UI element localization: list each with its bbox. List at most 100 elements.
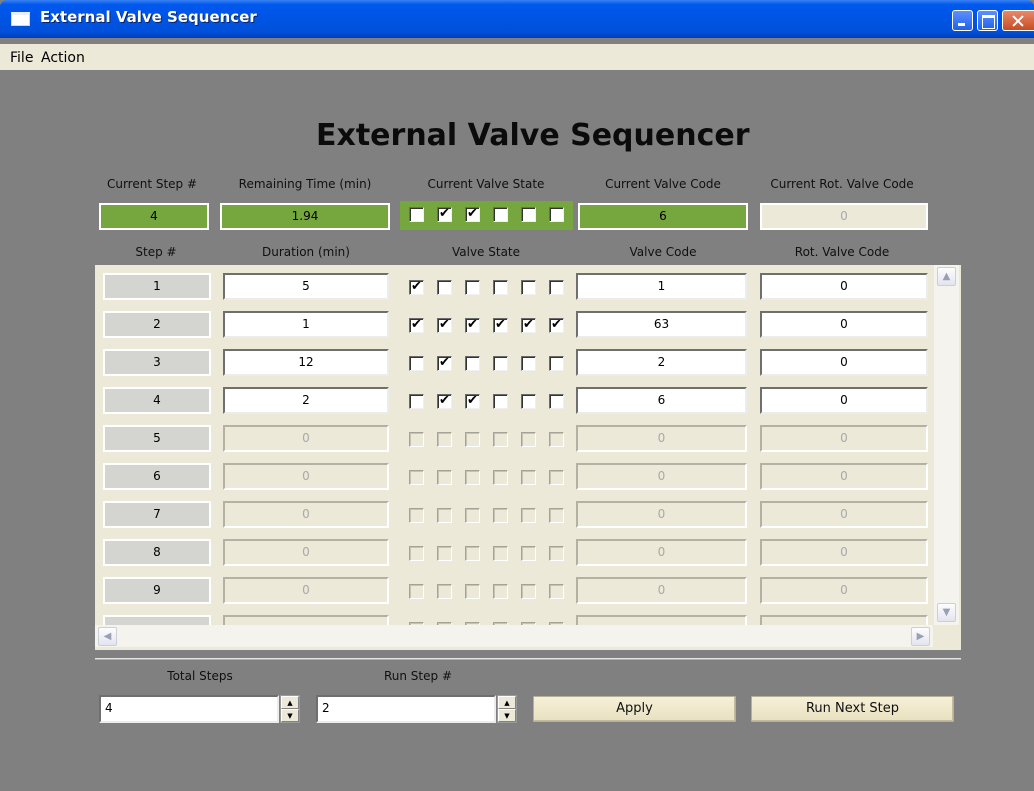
table-row: 1 5 ✔ 1 0: [95, 273, 933, 303]
duration-input[interactable]: 1: [223, 311, 389, 338]
valve-code-input[interactable]: 2: [576, 349, 747, 376]
step-number: 1: [103, 273, 211, 300]
run-step-stepper[interactable]: ▲ ▼: [497, 695, 517, 723]
valve-code-input[interactable]: 0: [576, 577, 747, 604]
valve-code-input[interactable]: [576, 615, 747, 625]
valve-checkbox: [521, 432, 536, 447]
valve-state-group: [400, 425, 573, 453]
step-number: 7: [103, 501, 211, 528]
menu-file[interactable]: File: [10, 50, 33, 66]
apply-button[interactable]: Apply: [533, 696, 736, 722]
rot-valve-code-input[interactable]: 0: [760, 311, 928, 338]
checkmark-icon: ✔: [439, 317, 450, 332]
valve-checkbox[interactable]: ✔: [465, 394, 480, 409]
total-steps-input[interactable]: 4: [99, 695, 279, 723]
checkmark-icon: ✔: [439, 393, 450, 408]
valve-checkbox: ✔: [437, 207, 452, 222]
valve-checkbox: ✔: [465, 207, 480, 222]
vertical-scrollbar[interactable]: ▲ ▼: [934, 265, 959, 625]
valve-checkbox[interactable]: [549, 356, 564, 371]
rot-valve-code-input[interactable]: 0: [760, 539, 928, 566]
run-next-step-button[interactable]: Run Next Step: [751, 696, 954, 722]
valve-code-input[interactable]: 1: [576, 273, 747, 300]
rot-valve-code-input[interactable]: 0: [760, 501, 928, 528]
header-valve-state: Valve State: [451, 245, 521, 259]
rot-valve-code-input[interactable]: 0: [760, 387, 928, 414]
arrow-right-icon[interactable]: ▶: [911, 627, 930, 646]
checkmark-icon: ✔: [411, 317, 422, 332]
rot-valve-code-input[interactable]: 0: [760, 273, 928, 300]
current-valve-code-label: Current Valve Code: [605, 177, 721, 191]
table-row: 5000: [95, 425, 933, 455]
valve-checkbox: [437, 508, 452, 523]
valve-checkbox[interactable]: ✔: [465, 318, 480, 333]
duration-input[interactable]: [223, 615, 389, 625]
maximize-icon[interactable]: [977, 10, 998, 31]
duration-input[interactable]: 12: [223, 349, 389, 376]
duration-input[interactable]: 0: [223, 577, 389, 604]
spin-up-icon[interactable]: ▲: [498, 696, 516, 709]
total-steps-stepper[interactable]: ▲ ▼: [280, 695, 300, 723]
divider: [95, 658, 961, 660]
duration-input[interactable]: 2: [223, 387, 389, 414]
valve-checkbox[interactable]: ✔: [409, 318, 424, 333]
close-icon[interactable]: [1002, 10, 1034, 31]
valve-checkbox[interactable]: ✔: [437, 394, 452, 409]
valve-checkbox[interactable]: [493, 280, 508, 295]
horizontal-scrollbar[interactable]: ◀ ▶: [95, 625, 933, 647]
valve-checkbox[interactable]: [521, 280, 536, 295]
valve-checkbox[interactable]: [549, 394, 564, 409]
valve-checkbox[interactable]: [409, 394, 424, 409]
valve-code-input[interactable]: 63: [576, 311, 747, 338]
valve-checkbox[interactable]: ✔: [437, 356, 452, 371]
spin-down-icon[interactable]: ▼: [498, 709, 516, 722]
window-title: External Valve Sequencer: [40, 8, 257, 26]
valve-code-input[interactable]: 6: [576, 387, 747, 414]
remaining-time-value: 1.94: [220, 203, 390, 230]
menu-action[interactable]: Action: [41, 50, 85, 66]
step-number: 9: [103, 577, 211, 604]
valve-checkbox[interactable]: ✔: [493, 318, 508, 333]
valve-checkbox[interactable]: [549, 280, 564, 295]
valve-code-input[interactable]: 0: [576, 539, 747, 566]
valve-checkbox[interactable]: [409, 356, 424, 371]
valve-checkbox[interactable]: ✔: [549, 318, 564, 333]
arrow-left-icon[interactable]: ◀: [98, 627, 117, 646]
duration-input[interactable]: 0: [223, 463, 389, 490]
valve-checkbox[interactable]: [465, 280, 480, 295]
valve-checkbox: [521, 508, 536, 523]
valve-checkbox[interactable]: [521, 394, 536, 409]
valve-code-input[interactable]: 0: [576, 501, 747, 528]
duration-input[interactable]: 0: [223, 501, 389, 528]
valve-checkbox: [437, 432, 452, 447]
valve-checkbox: [437, 470, 452, 485]
rot-valve-code-input[interactable]: 0: [760, 577, 928, 604]
minimize-icon[interactable]: [952, 10, 973, 31]
spin-down-icon[interactable]: ▼: [281, 709, 299, 722]
valve-checkbox: [465, 546, 480, 561]
valve-checkbox[interactable]: [493, 356, 508, 371]
rot-valve-code-input[interactable]: 0: [760, 349, 928, 376]
arrow-up-icon[interactable]: ▲: [937, 267, 956, 286]
spin-up-icon[interactable]: ▲: [281, 696, 299, 709]
valve-code-input[interactable]: 0: [576, 463, 747, 490]
valve-checkbox[interactable]: ✔: [437, 318, 452, 333]
valve-checkbox: [549, 207, 564, 222]
valve-checkbox[interactable]: [465, 356, 480, 371]
valve-checkbox[interactable]: [437, 280, 452, 295]
title-bar[interactable]: External Valve Sequencer: [0, 0, 1034, 38]
rot-valve-code-input[interactable]: 0: [760, 425, 928, 452]
valve-code-input[interactable]: 0: [576, 425, 747, 452]
valve-checkbox[interactable]: ✔: [521, 318, 536, 333]
valve-checkbox: [549, 470, 564, 485]
duration-input[interactable]: 0: [223, 425, 389, 452]
run-step-input[interactable]: 2: [316, 695, 496, 723]
rot-valve-code-input[interactable]: [760, 615, 928, 625]
arrow-down-icon[interactable]: ▼: [937, 603, 956, 622]
rot-valve-code-input[interactable]: 0: [760, 463, 928, 490]
valve-checkbox[interactable]: ✔: [409, 280, 424, 295]
duration-input[interactable]: 5: [223, 273, 389, 300]
valve-checkbox[interactable]: [521, 356, 536, 371]
duration-input[interactable]: 0: [223, 539, 389, 566]
valve-checkbox[interactable]: [493, 394, 508, 409]
